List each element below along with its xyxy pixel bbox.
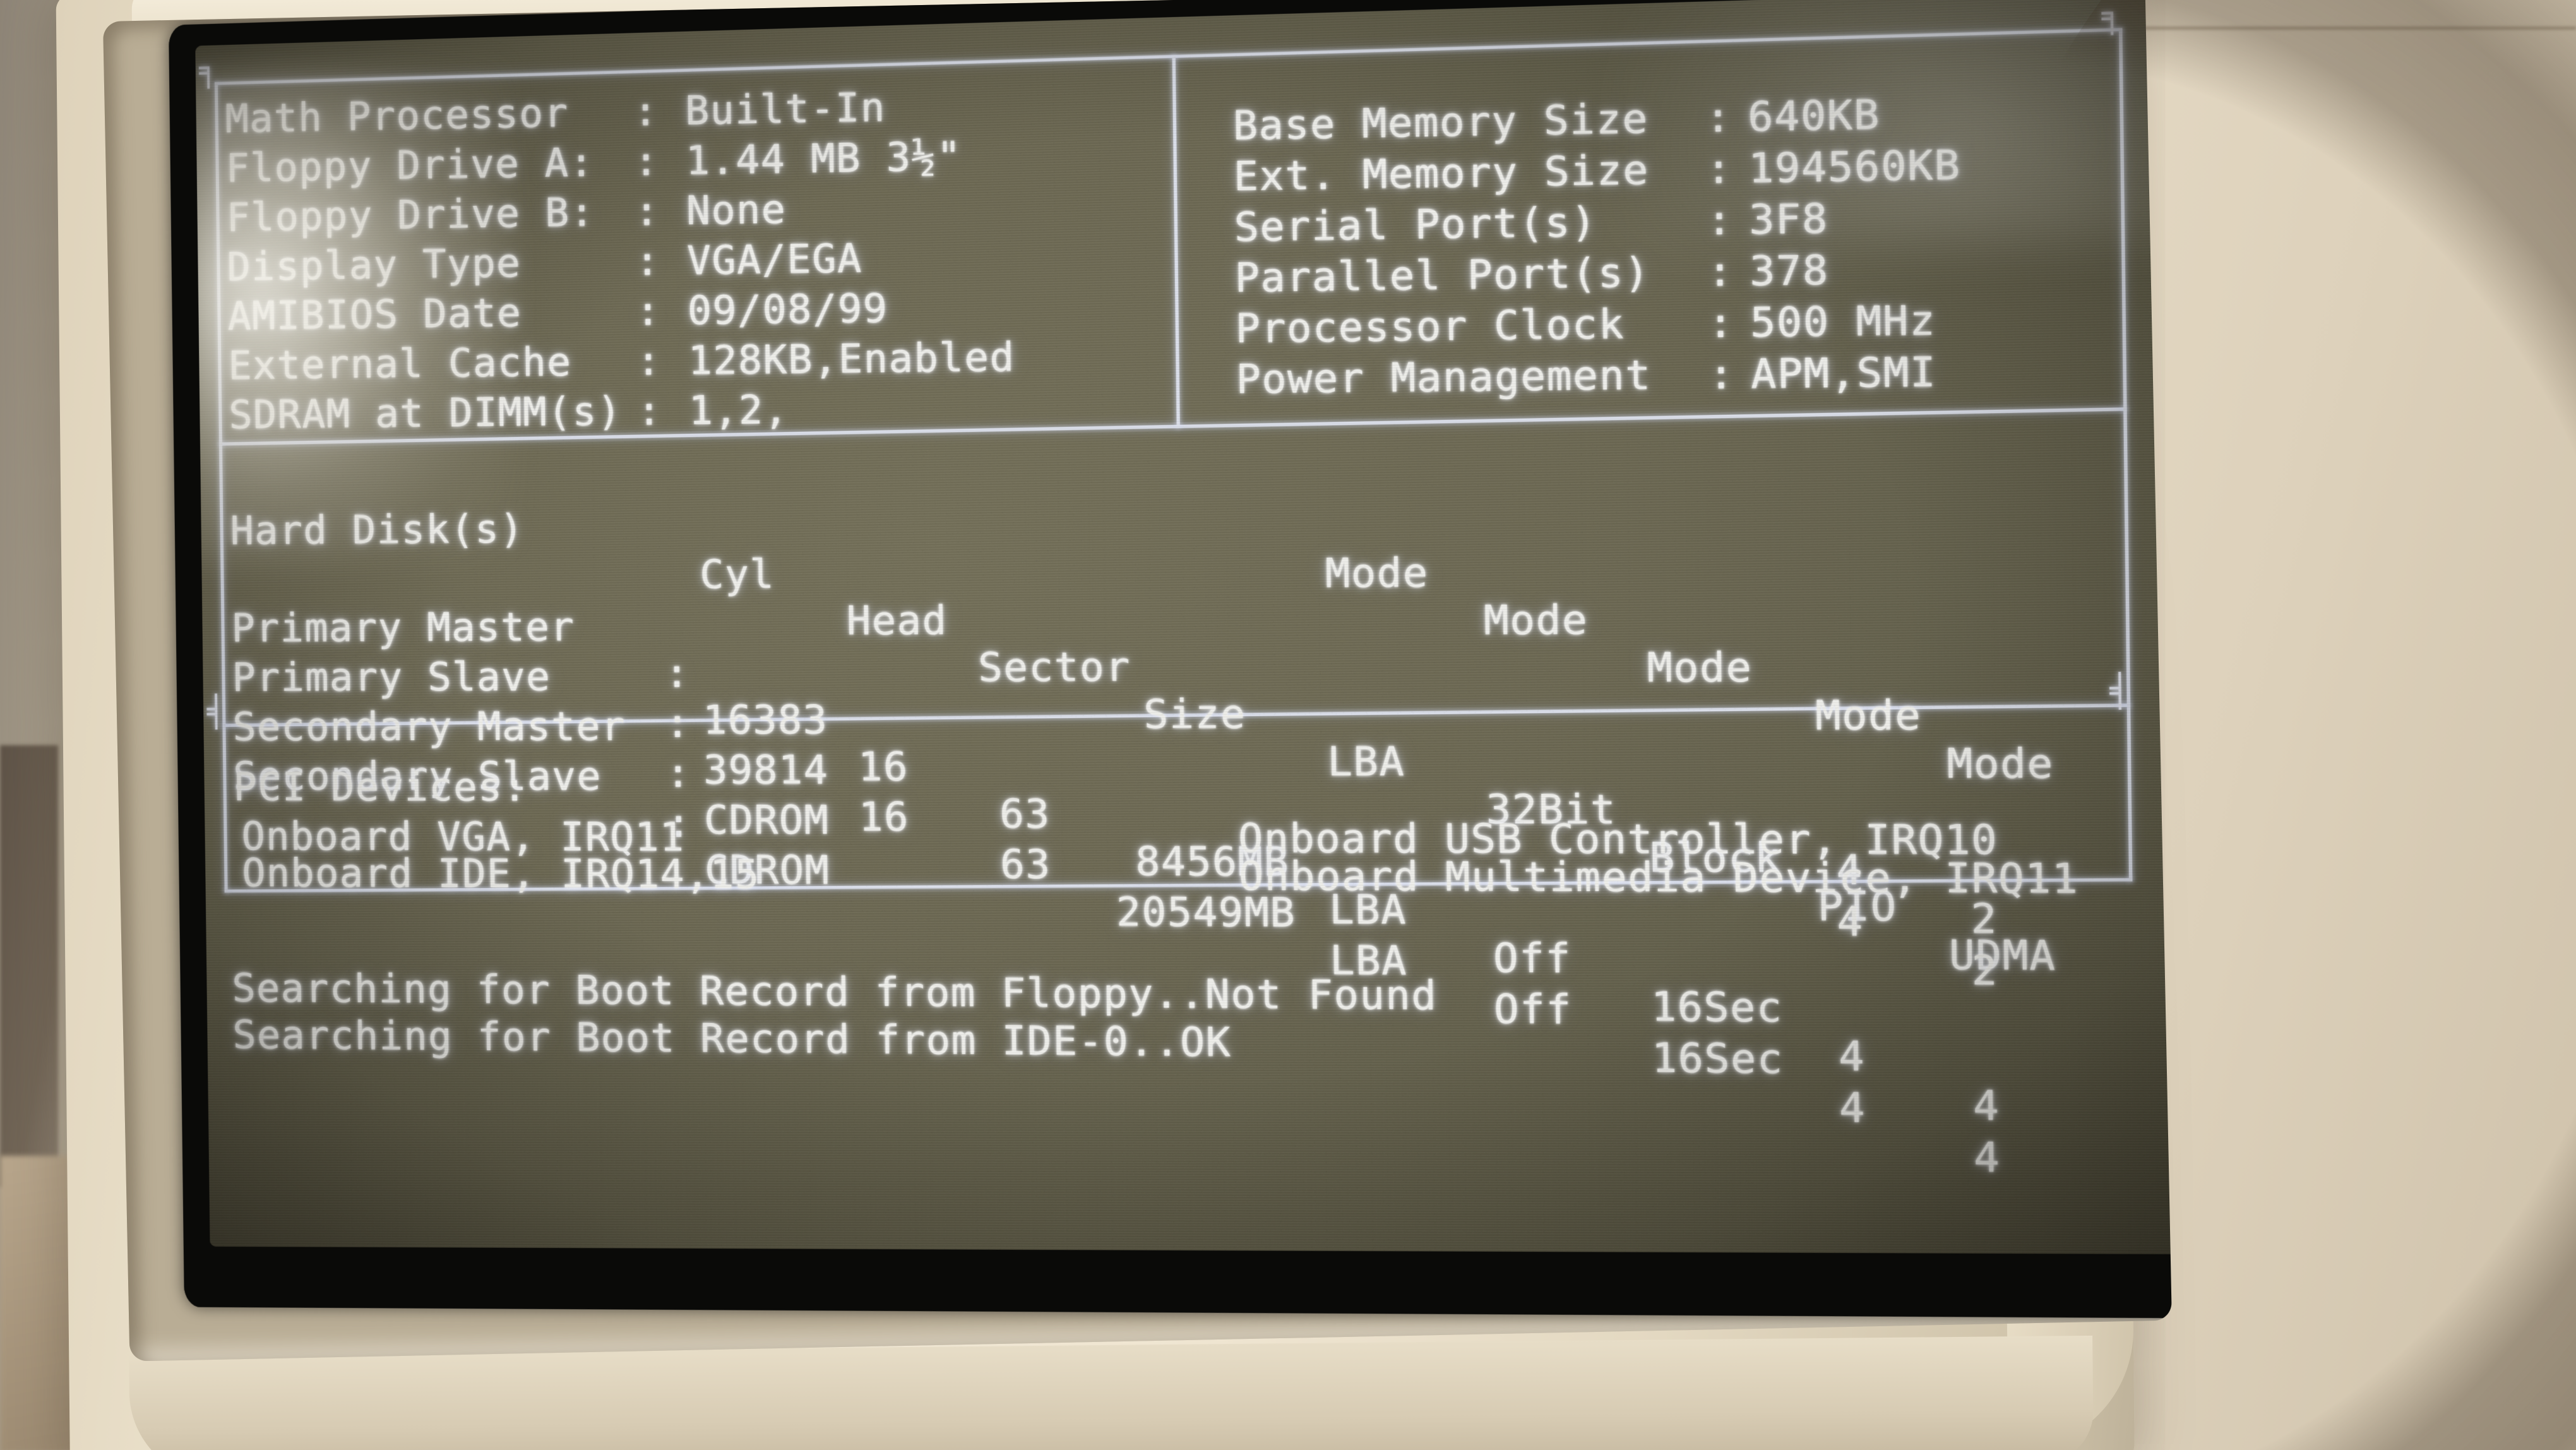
spec-row: Floppy Drive A::1.44 MB 3½" xyxy=(225,133,962,191)
crt-monitor-photo: ╕ ╕ ╡ ╡ Math Processor: Built-In Floppy D… xyxy=(0,0,2576,1450)
spec-value: VGA/EGA xyxy=(686,234,862,284)
spec-value: 500 MHz xyxy=(1750,296,1936,347)
disk-header-size: Size xyxy=(1143,690,1246,738)
disk-header-lba: LBA xyxy=(1327,738,1405,786)
spec-label: Base Memory Size xyxy=(1232,94,1649,150)
disk-header-sector: Sector xyxy=(977,643,1131,691)
spec-colon: : xyxy=(1707,247,1734,296)
disk-row-udma: 4 xyxy=(1972,1081,2000,1130)
disk-row-cyl: CDROM xyxy=(703,796,830,844)
spec-label: Display Type xyxy=(227,239,522,291)
disk-subheader-block-mode: Mode xyxy=(1647,643,1753,692)
spec-label: Serial Port(s) xyxy=(1234,198,1597,251)
spec-colon: : xyxy=(1705,144,1733,193)
disk-row-pio: 4 xyxy=(1836,897,1864,946)
spec-label: Floppy Drive B: xyxy=(226,188,595,241)
spec-value: Built-In xyxy=(684,83,886,135)
spec-colon: : xyxy=(633,87,659,135)
spec-row: Base Memory Size:640KB xyxy=(1232,90,1880,149)
spec-value: 194560KB xyxy=(1748,140,1961,193)
disk-header-cyl: Cyl xyxy=(699,550,775,598)
disk-subheader-lba-mode: Mode xyxy=(1325,549,1429,597)
spec-label: AMIBIOS Date xyxy=(227,289,522,340)
disk-row-udma: 4 xyxy=(1973,1133,2001,1182)
disk-row-32bit: Off xyxy=(1493,985,1573,1034)
spec-row: Math Processor: Built-In xyxy=(225,83,886,141)
spec-row: SDRAM at DIMM(s):1,2, xyxy=(229,386,789,438)
disk-row-pio: 4 xyxy=(1839,1083,1866,1132)
crt-glass: ╕ ╕ ╡ ╡ Math Processor: Built-In Floppy D… xyxy=(169,0,2172,1319)
spec-value: 3F8 xyxy=(1748,194,1829,244)
spec-row: Floppy Drive B:: None xyxy=(226,186,787,241)
spec-row: External Cache:128KB,Enabled xyxy=(228,333,1015,388)
spec-colon: : xyxy=(635,287,661,335)
spec-row: Display Type: VGA/EGA xyxy=(227,235,862,290)
spec-colon: : xyxy=(635,237,660,285)
pci-devices-title: PCI Devices: xyxy=(233,764,528,810)
disk-row-sector: 63 xyxy=(999,790,1051,838)
spec-row: Ext. Memory Size:194560KB xyxy=(1233,141,1961,200)
disk-row-block: 16Sec xyxy=(1650,983,1784,1032)
spec-colon: : xyxy=(1705,93,1732,142)
disk-row-cyl: 39814 xyxy=(703,746,829,794)
boot-message: Searching for Boot Record from Floppy..N… xyxy=(232,964,1438,1020)
disk-row-cyl: 16383 xyxy=(702,696,828,743)
spec-label: Power Management xyxy=(1236,351,1652,404)
disk-row-32bit: Off xyxy=(1493,933,1572,983)
disk-row-colon: : xyxy=(665,749,691,797)
spec-label: Processor Clock xyxy=(1235,300,1625,352)
spec-row: Power Management: APM,SMI xyxy=(1236,348,1936,403)
disk-row-head: 16 xyxy=(857,743,909,791)
boot-message: Searching for Boot Record from IDE-0..OK xyxy=(232,1011,1232,1066)
disk-subheader-pio-mode: Mode xyxy=(1815,691,1922,740)
spec-value: None xyxy=(686,185,787,234)
disk-header-head: Head xyxy=(846,596,948,644)
spec-value: 128KB,Enabled xyxy=(688,333,1016,384)
spec-value: 1.44 MB 3½" xyxy=(685,132,962,184)
spec-row: Processor Clock:500 MHz xyxy=(1235,296,1936,352)
spec-value: 378 xyxy=(1749,246,1830,296)
spec-label: Floppy Drive A: xyxy=(225,138,595,191)
disk-row-head: 16 xyxy=(858,793,910,841)
spec-row: Serial Port(s):3F8 xyxy=(1234,195,1828,251)
disk-subheader-32bit-mode: Mode xyxy=(1483,596,1589,644)
pci-device-item: Onboard IDE, IRQ14,15 xyxy=(241,849,760,898)
disk-row-udma: 2 xyxy=(1971,946,1999,995)
spec-colon: : xyxy=(1708,350,1735,398)
spec-label: Parallel Port(s) xyxy=(1234,248,1650,302)
pci-device-item: Onboard Multimedia Device, IRQ11 xyxy=(1238,852,2079,903)
spec-value: 640KB xyxy=(1747,90,1881,141)
spec-value: 09/08/99 xyxy=(687,284,888,334)
spec-colon: : xyxy=(1707,299,1734,347)
spec-label: Ext. Memory Size xyxy=(1233,146,1650,200)
crt-raster: ╕ ╕ ╡ ╡ Math Processor: Built-In Floppy D… xyxy=(195,0,2172,1255)
spec-colon: : xyxy=(634,188,660,235)
spec-colon: : xyxy=(636,337,662,385)
spec-value: 1,2, xyxy=(688,386,789,434)
spec-label: External Cache xyxy=(227,338,572,389)
bios-text-layer: Math Processor: Built-In Floppy Drive A::… xyxy=(195,0,2172,1254)
disk-row-colon: : xyxy=(665,699,691,746)
disk-row-colon: : xyxy=(664,649,690,697)
spec-label: Math Processor xyxy=(225,89,569,142)
disk-header-udma: UDMA xyxy=(1948,930,2056,980)
spec-colon: : xyxy=(633,138,659,185)
screen-recess: ╕ ╕ ╡ ╡ Math Processor: Built-In Floppy D… xyxy=(102,0,2172,1362)
spec-row: Parallel Port(s):378 xyxy=(1234,246,1829,302)
spec-label: SDRAM at DIMM(s) xyxy=(228,388,623,438)
monitor-case: ╕ ╕ ╡ ╡ Math Processor: Built-In Floppy D… xyxy=(56,0,2172,1450)
wall-seam-line xyxy=(2084,27,2576,30)
doorway-shadow xyxy=(0,745,58,1187)
spec-colon: : xyxy=(636,387,662,434)
spec-colon: : xyxy=(1706,196,1734,244)
disk-subheader-udma-mode: Mode xyxy=(1946,739,2054,788)
disk-row-pio: 4 xyxy=(1838,1032,1866,1081)
disk-row-block: 16Sec xyxy=(1651,1034,1784,1083)
spec-value: APM,SMI xyxy=(1750,347,1937,398)
disk-row-sector: 63 xyxy=(999,841,1051,889)
spec-row: AMIBIOS Date:09/08/99 xyxy=(227,285,888,340)
